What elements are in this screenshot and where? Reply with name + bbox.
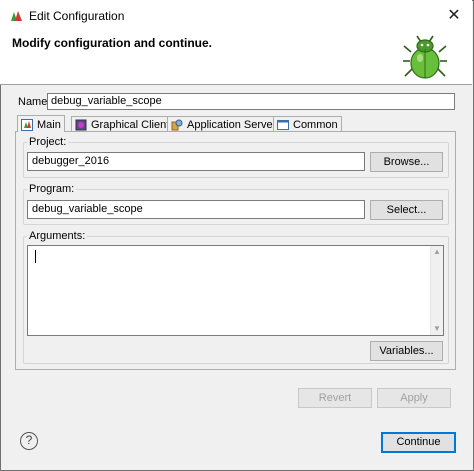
graphical-clients-icon <box>75 119 87 131</box>
window-title: Edit Configuration <box>29 9 125 23</box>
tab-common-label: Common <box>293 119 338 131</box>
scroll-down-icon[interactable]: ▼ <box>431 323 443 335</box>
common-icon <box>277 120 289 130</box>
variables-button[interactable]: Variables... <box>370 341 443 361</box>
tab-graphical-clients-label: Graphical Clients <box>91 119 175 131</box>
name-label: Name: <box>18 96 51 108</box>
tab-main[interactable]: Main <box>17 115 65 132</box>
tab-common[interactable]: Common <box>273 116 342 132</box>
header-separator <box>0 84 472 85</box>
header-message: Modify configuration and continue. <box>12 36 212 50</box>
text-cursor <box>35 250 36 263</box>
main-tab-icon <box>21 118 33 131</box>
tab-application-servers-label: Application Servers <box>187 119 282 131</box>
dialog-header: Modify configuration and continue. <box>0 30 472 84</box>
help-glyph: ? <box>25 433 33 447</box>
program-label: Program: <box>27 183 77 195</box>
help-icon[interactable]: ? <box>20 432 38 450</box>
project-label: Project: <box>27 136 69 148</box>
close-icon: ✕ <box>447 7 461 24</box>
arguments-textarea[interactable] <box>27 245 444 336</box>
arguments-label: Arguments: <box>27 230 88 242</box>
browse-button[interactable]: Browse... <box>370 152 443 172</box>
tab-graphical-clients[interactable]: Graphical Clients <box>71 116 179 132</box>
application-servers-icon <box>171 119 183 131</box>
arguments-scrollbar[interactable]: ▲ ▼ <box>430 246 443 335</box>
tab-application-servers[interactable]: Application Servers <box>167 116 286 132</box>
revert-button[interactable]: Revert <box>298 388 372 408</box>
apply-button[interactable]: Apply <box>377 388 451 408</box>
scroll-up-icon[interactable]: ▲ <box>431 246 443 258</box>
title-bar: Edit Configuration ✕ <box>0 0 472 30</box>
debug-bug-icon <box>403 35 447 79</box>
name-field[interactable]: debug_variable_scope <box>47 93 455 110</box>
program-field[interactable]: debug_variable_scope <box>27 200 365 219</box>
close-button[interactable]: ✕ <box>442 5 466 27</box>
select-button[interactable]: Select... <box>370 200 443 220</box>
continue-button[interactable]: Continue <box>381 432 456 453</box>
project-field[interactable]: debugger_2016 <box>27 152 365 171</box>
debug-config-icon <box>11 11 22 21</box>
tab-main-label: Main <box>37 118 61 131</box>
